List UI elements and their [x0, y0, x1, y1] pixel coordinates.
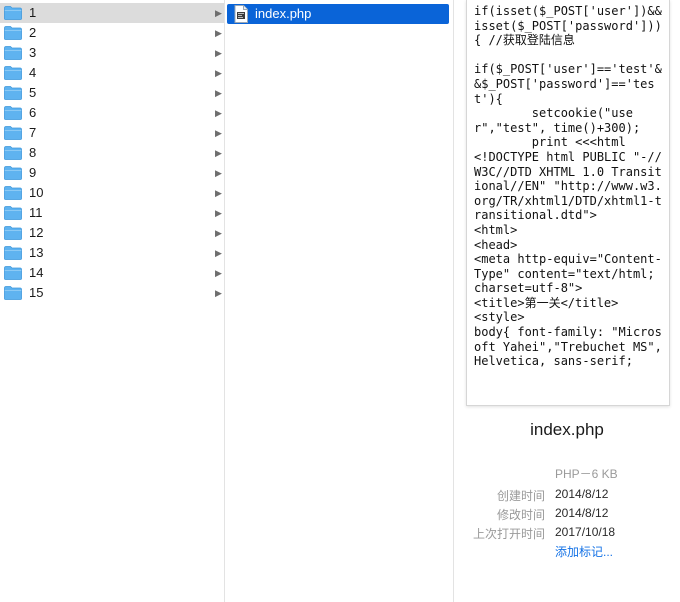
folder-item-label: 2 — [29, 25, 37, 40]
chevron-right-icon: ▶ — [215, 28, 222, 38]
folder-icon — [4, 226, 22, 240]
folder-icon — [4, 126, 22, 140]
folder-item-label: 3 — [29, 45, 37, 60]
file-item-label: index.php — [255, 6, 312, 21]
code-preview-text: if(isset($_POST['user'])&&isset($_POST['… — [474, 4, 662, 369]
folder-icon — [4, 6, 22, 20]
folder-icon — [4, 106, 22, 120]
folder-item-2[interactable]: 2 ▶ — [0, 23, 224, 43]
preview-kind-size: PHP－6 KB — [555, 467, 618, 481]
folder-item-3[interactable]: 3 ▶ — [0, 43, 224, 63]
folder-item-label: 8 — [29, 145, 37, 160]
chevron-right-icon: ▶ — [215, 248, 222, 258]
folder-item-4[interactable]: 4 ▶ — [0, 63, 224, 83]
created-value: 2014/8/12 — [555, 487, 609, 501]
folder-icon — [4, 46, 22, 60]
chevron-right-icon: ▶ — [215, 48, 222, 58]
folder-icon — [4, 146, 22, 160]
folder-item-label: 7 — [29, 125, 37, 140]
folder-item-5[interactable]: 5 ▶ — [0, 83, 224, 103]
chevron-right-icon: ▶ — [215, 88, 222, 98]
modified-value: 2014/8/12 — [555, 506, 609, 520]
folder-icon — [4, 166, 22, 180]
folder-icon — [4, 26, 22, 40]
file-column: index.php — [225, 0, 454, 602]
folder-item-14[interactable]: 14 ▶ — [0, 263, 224, 283]
folder-item-label: 15 — [29, 285, 44, 300]
folder-icon — [4, 206, 22, 220]
chevron-right-icon: ▶ — [215, 168, 222, 178]
chevron-right-icon: ▶ — [215, 188, 222, 198]
folder-item-label: 13 — [29, 245, 44, 260]
file-item-index-php[interactable]: index.php — [227, 4, 449, 24]
folder-item-7[interactable]: 7 ▶ — [0, 123, 224, 143]
chevron-right-icon: ▶ — [215, 288, 222, 298]
folder-item-label: 10 — [29, 185, 44, 200]
folder-item-13[interactable]: 13 ▶ — [0, 243, 224, 263]
folder-item-9[interactable]: 9 ▶ — [0, 163, 224, 183]
folder-icon — [4, 266, 22, 280]
folder-item-label: 6 — [29, 105, 37, 120]
chevron-right-icon: ▶ — [215, 148, 222, 158]
chevron-right-icon: ▶ — [215, 208, 222, 218]
folder-item-label: 9 — [29, 165, 37, 180]
php-file-icon — [234, 5, 248, 23]
preview-file-name: index.php — [530, 420, 604, 439]
chevron-right-icon: ▶ — [215, 268, 222, 278]
folder-item-6[interactable]: 6 ▶ — [0, 103, 224, 123]
folder-item-10[interactable]: 10 ▶ — [0, 183, 224, 203]
preview-pane: if(isset($_POST['user'])&&isset($_POST['… — [454, 0, 680, 602]
chevron-right-icon: ▶ — [215, 128, 222, 138]
chevron-right-icon: ▶ — [215, 228, 222, 238]
folder-item-15[interactable]: 15 ▶ — [0, 283, 224, 303]
folder-item-label: 11 — [29, 205, 43, 220]
folder-item-label: 5 — [29, 85, 37, 100]
add-tags-link[interactable]: 添加标记... — [555, 543, 613, 560]
folder-item-label: 14 — [29, 265, 44, 280]
folder-icon — [4, 186, 22, 200]
code-preview[interactable]: if(isset($_POST['user'])&&isset($_POST['… — [466, 0, 670, 406]
last-opened-label: 上次打开时间 — [472, 527, 545, 541]
folder-item-label: 4 — [29, 65, 37, 80]
folder-icon — [4, 286, 22, 300]
folder-item-12[interactable]: 12 ▶ — [0, 223, 224, 243]
folder-item-label: 1 — [29, 5, 37, 20]
folder-column: 1 ▶ 2 ▶ 3 ▶ 4 ▶ 5 ▶ 6 ▶ 7 ▶ 8 ▶ 9 ▶ 10 ▶ 11 ▶ 12 ▶ 13 ▶ 14 ▶ 15 ▶ — [0, 0, 225, 602]
chevron-right-icon: ▶ — [215, 68, 222, 78]
chevron-right-icon: ▶ — [215, 108, 222, 118]
folder-item-8[interactable]: 8 ▶ — [0, 143, 224, 163]
last-opened-value: 2017/10/18 — [555, 525, 616, 539]
folder-icon — [4, 66, 22, 80]
folder-icon — [4, 86, 22, 100]
created-label: 创建时间 — [496, 489, 545, 503]
modified-label: 修改时间 — [496, 508, 545, 522]
folder-item-11[interactable]: 11 ▶ — [0, 203, 224, 223]
chevron-right-icon: ▶ — [215, 8, 222, 18]
folder-item-1[interactable]: 1 ▶ — [0, 3, 224, 23]
folder-icon — [4, 246, 22, 260]
folder-item-label: 12 — [29, 225, 44, 240]
